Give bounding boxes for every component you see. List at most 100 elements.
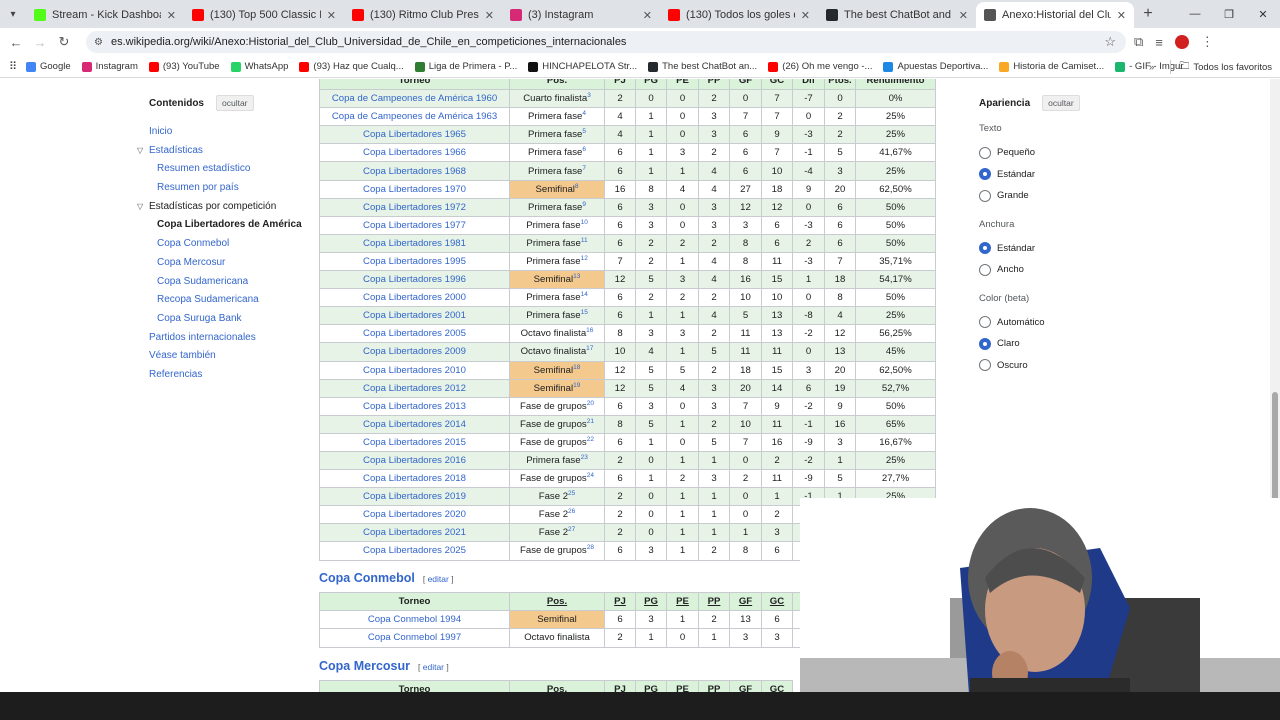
reference-link[interactable]: 5 [582, 128, 586, 135]
toc-hide-button[interactable]: ocultar [216, 95, 254, 111]
column-header[interactable]: Pos. [509, 591, 605, 612]
column-header[interactable]: Rendimiento [855, 79, 936, 91]
reference-link[interactable]: 24 [587, 472, 594, 479]
column-header[interactable]: PG [635, 79, 667, 91]
column-header[interactable]: PP [698, 591, 730, 612]
reference-link[interactable]: 9 [582, 201, 586, 208]
tournament-link[interactable]: Copa Libertadores 2012 [363, 383, 466, 394]
reference-link[interactable]: 16 [586, 327, 593, 334]
reference-link[interactable]: 14 [581, 291, 588, 298]
tournament-link[interactable]: Copa Libertadores 1981 [363, 238, 466, 249]
bookmark-item[interactable]: (93) YouTube [148, 61, 220, 72]
appearance-option[interactable]: Claro [979, 333, 1129, 355]
browser-tab[interactable]: (3) Instagram ✕ [502, 2, 660, 28]
menu-icon[interactable]: ⋮ [1201, 34, 1214, 50]
address-bar[interactable]: ⚙ es.wikipedia.org/wiki/Anexo:Historial_… [86, 31, 1126, 53]
toc-item[interactable]: Referencias [136, 366, 306, 385]
tournament-link[interactable]: Copa Libertadores 2025 [363, 545, 466, 556]
appearance-option[interactable]: Estándar [979, 238, 1129, 260]
toc-item[interactable]: Copa Mercosur [136, 254, 306, 273]
browser-tab[interactable]: (130) Todos los goles de Unive ✕ [660, 2, 818, 28]
toc-item[interactable]: Copa Libertadores de América [136, 216, 306, 235]
reference-link[interactable]: 13 [573, 273, 580, 280]
restore-icon[interactable]: ❐ [1212, 8, 1246, 21]
appearance-option[interactable]: Ancho [979, 259, 1129, 281]
browser-tab[interactable]: The best ChatBot and Widgets ✕ [818, 2, 976, 28]
toc-item[interactable]: Resumen estadístico [136, 160, 306, 179]
toc-item[interactable]: Copa Suruga Bank [136, 310, 306, 329]
close-tab-icon[interactable]: ✕ [801, 9, 810, 22]
reference-link[interactable]: 22 [587, 436, 594, 443]
column-header[interactable]: Torneo [319, 591, 510, 612]
close-tab-icon[interactable]: ✕ [167, 9, 176, 22]
tab-search-icon[interactable]: ▾ [0, 9, 26, 20]
close-tab-icon[interactable]: ✕ [485, 9, 494, 22]
column-header[interactable]: Pos. [509, 79, 605, 91]
browser-tab[interactable]: Stream - Kick Dashboard ✕ [26, 2, 184, 28]
appearance-option[interactable]: Automático [979, 312, 1129, 334]
tournament-link[interactable]: Copa de Campeones de América 1960 [332, 93, 497, 104]
bookmark-item[interactable]: (93) Haz que Cualq... [299, 61, 404, 72]
reference-link[interactable]: 7 [582, 164, 586, 172]
toc-item[interactable]: Resumen por país [136, 179, 306, 198]
back-icon[interactable]: ← [4, 35, 28, 50]
column-header[interactable]: PE [666, 79, 699, 91]
reference-link[interactable]: 4 [582, 110, 586, 117]
tournament-link[interactable]: Copa Conmebol 1997 [368, 632, 461, 643]
reference-link[interactable]: 19 [573, 381, 580, 389]
toc-item[interactable]: Copa Conmebol [136, 235, 306, 254]
tournament-link[interactable]: Copa Libertadores 1968 [363, 166, 466, 177]
chevron-down-icon[interactable]: ▽ [137, 198, 143, 217]
tournament-link[interactable]: Copa Libertadores 2010 [363, 365, 466, 376]
tournament-link[interactable]: Copa Libertadores 1966 [363, 147, 466, 158]
tournament-link[interactable]: Copa Conmebol 1994 [368, 614, 461, 625]
tournament-link[interactable]: Copa Libertadores 2020 [363, 509, 466, 520]
toc-item[interactable]: ▽ Estadísticas [136, 142, 306, 161]
tournament-link[interactable]: Copa Libertadores 2015 [363, 437, 466, 448]
tournament-link[interactable]: Copa Libertadores 1972 [363, 202, 466, 213]
column-header[interactable]: PJ [604, 591, 636, 612]
bookmark-item[interactable]: (26) Oh me vengo -... [768, 61, 872, 72]
bookmark-item[interactable]: Liga de Primera - P... [414, 61, 517, 72]
reference-link[interactable]: 18 [573, 363, 580, 371]
tournament-link[interactable]: Copa Libertadores 1970 [363, 184, 466, 195]
reference-link[interactable]: 27 [568, 526, 575, 533]
tournament-link[interactable]: Copa Libertadores 2001 [363, 310, 466, 321]
reference-link[interactable]: 15 [581, 309, 588, 316]
minimize-icon[interactable]: — [1178, 8, 1212, 20]
radio-button[interactable] [979, 359, 991, 372]
reference-link[interactable]: 25 [568, 490, 575, 497]
appearance-option[interactable]: Oscuro [979, 355, 1129, 377]
radio-button[interactable] [979, 146, 991, 159]
tournament-link[interactable]: Copa Libertadores 1977 [363, 220, 466, 231]
bookmark-star-icon[interactable]: ☆ [1104, 34, 1116, 50]
bookmark-item[interactable]: Apuestas Deportiva... [883, 61, 988, 72]
column-header[interactable]: Dif [792, 79, 825, 91]
reference-link[interactable]: 17 [586, 345, 593, 353]
bookmark-item[interactable]: HINCHAPELOTA Str... [528, 61, 637, 72]
reference-link[interactable]: 3 [587, 92, 591, 99]
more-bookmarks-icon[interactable]: » [1149, 62, 1154, 73]
new-tab-button[interactable]: + [1134, 5, 1162, 23]
reference-link[interactable]: 21 [587, 418, 594, 425]
tournament-link[interactable]: Copa Libertadores 2005 [363, 328, 466, 339]
profile-avatar[interactable] [1174, 35, 1189, 49]
radio-button[interactable] [979, 189, 991, 202]
tournament-link[interactable]: Copa Libertadores 2019 [363, 491, 466, 502]
bookmark-item[interactable]: Google [26, 61, 71, 72]
browser-tab[interactable]: (130) Top 500 Classic Rock ✕ [184, 2, 344, 28]
browser-tab[interactable]: Anexo:Historial del Club Unive ✕ [976, 2, 1134, 28]
appearance-option[interactable]: Grande [979, 185, 1129, 207]
scrollbar-thumb[interactable] [1272, 392, 1278, 512]
column-header[interactable]: PJ [604, 79, 636, 91]
bookmark-item[interactable]: WhatsApp [230, 61, 288, 72]
reload-icon[interactable]: ↻ [52, 34, 76, 50]
edit-link-conmebol[interactable]: [ editar ] [423, 574, 454, 584]
toc-item[interactable]: Véase también [136, 347, 306, 366]
edit-link-mercosur[interactable]: [ editar ] [418, 662, 449, 672]
reference-link[interactable]: 26 [568, 508, 575, 515]
tournament-link[interactable]: Copa Libertadores 2016 [363, 455, 466, 466]
reference-link[interactable]: 11 [581, 237, 588, 244]
close-window-icon[interactable]: ✕ [1246, 8, 1280, 21]
radio-button[interactable] [979, 337, 991, 350]
